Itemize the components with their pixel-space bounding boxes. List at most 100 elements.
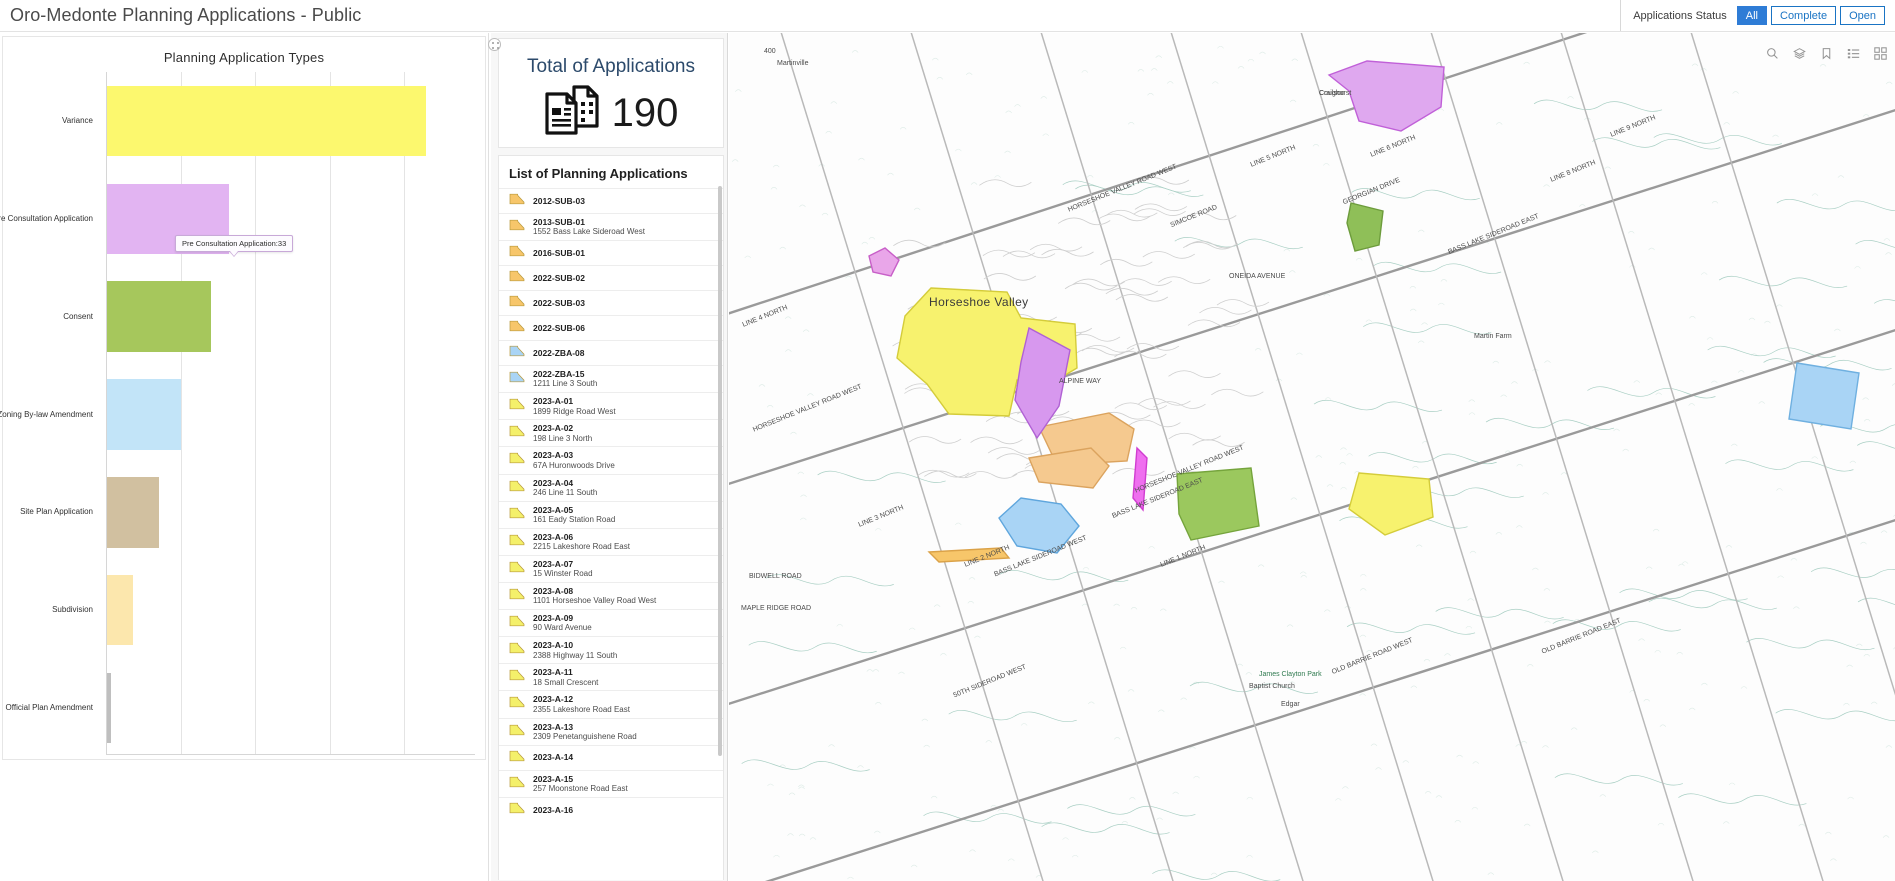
map-canvas[interactable] [729, 33, 1895, 881]
status-filter-open-button[interactable]: Open [1840, 6, 1885, 25]
list-item-address: 161 Eady Station Road [533, 515, 615, 525]
bar-row[interactable] [107, 673, 475, 743]
status-filter-all-button[interactable]: All [1737, 6, 1767, 25]
list-item-text: 2023-A-11 18 Small Crescent [533, 667, 598, 687]
parcel-magenta-thin[interactable] [1133, 448, 1147, 510]
list-item[interactable]: 2023-A-08 1101 Horseshoe Valley Road West [499, 582, 723, 609]
bar[interactable] [107, 673, 111, 743]
list-item-id: 2013-SUB-01 [533, 217, 645, 227]
list-item-id: 2023-A-03 [533, 450, 615, 460]
total-applications-value: 190 [612, 93, 679, 133]
list-scrollbar[interactable] [718, 186, 722, 756]
planning-application-types-card: Planning Application Types Variance Pre C… [2, 36, 486, 760]
bar-chart-plot [106, 72, 475, 755]
list-item-id: 2023-A-14 [533, 752, 573, 762]
category-label: Pre Consultation Application [0, 215, 93, 223]
list-item-text: 2023-A-09 90 Ward Avenue [533, 613, 592, 633]
bar[interactable] [107, 281, 211, 351]
planning-applications-list[interactable]: 2012-SUB-03 2013-SUB-01 1552 Bass Lake Sid… [499, 188, 723, 822]
map-view[interactable]: Martinville Horseshoe Valley Craighurst HOR… [729, 33, 1895, 881]
list-item[interactable]: 2023-A-10 2388 Highway 11 South [499, 636, 723, 663]
bar-row[interactable] [107, 281, 475, 351]
status-filter-group: All Complete Open [1737, 6, 1889, 25]
list-item[interactable]: 2022-SUB-06 [499, 315, 723, 340]
list-item[interactable]: 2023-A-12 2355 Lakeshore Road East [499, 690, 723, 717]
list-item-id: 2023-A-04 [533, 478, 597, 488]
legend-icon[interactable] [1847, 47, 1860, 60]
list-item-address: 90 Ward Avenue [533, 623, 592, 633]
list-item[interactable]: 2013-SUB-01 1552 Bass Lake Sideroad West [499, 213, 723, 240]
list-item[interactable]: 2023-A-04 246 Line 11 South [499, 474, 723, 501]
folder-icon [509, 668, 525, 686]
list-item[interactable]: 2022-ZBA-15 1211 Line 3 South [499, 365, 723, 392]
list-item-id: 2022-ZBA-15 [533, 369, 597, 379]
list-item-id: 2023-A-12 [533, 694, 630, 704]
list-item-text: 2023-A-14 [533, 752, 573, 762]
bar-row[interactable] [107, 575, 475, 645]
list-item-address: 246 Line 11 South [533, 488, 597, 498]
bar-row[interactable] [107, 86, 475, 156]
chart-title: Planning Application Types [3, 50, 485, 65]
list-item[interactable]: 2023-A-02 198 Line 3 North [499, 419, 723, 446]
bar-row[interactable] [107, 477, 475, 547]
folder-icon [509, 533, 525, 551]
status-filter-complete-button[interactable]: Complete [1771, 6, 1836, 25]
list-item[interactable]: 2023-A-06 2215 Lakeshore Road East [499, 528, 723, 555]
bar[interactable] [107, 575, 133, 645]
folder-icon [509, 370, 525, 388]
folder-icon [509, 560, 525, 578]
list-item-text: 2023-A-07 15 Winster Road [533, 559, 593, 579]
list-item[interactable]: 2023-A-15 257 Moonstone Road East [499, 770, 723, 797]
basemap-icon[interactable] [1874, 47, 1887, 60]
bar[interactable] [107, 86, 426, 156]
folder-icon [509, 723, 525, 741]
list-item[interactable]: 2023-A-05 161 Eady Station Road [499, 501, 723, 528]
folder-icon [509, 749, 525, 767]
list-item-id: 2023-A-02 [533, 423, 592, 433]
planning-applications-list-card: List of Planning Applications 2012-SUB-0… [498, 155, 724, 880]
list-item-text: 2022-SUB-02 [533, 273, 585, 283]
parcel-craighurst-purple[interactable] [1329, 61, 1444, 131]
parcel-green-mid[interactable] [1177, 468, 1259, 540]
parcel-pink-small[interactable] [869, 248, 899, 276]
list-item[interactable]: 2023-A-09 90 Ward Avenue [499, 609, 723, 636]
applications-status-filter: Applications Status All Complete Open [1620, 0, 1895, 31]
layers-icon[interactable] [1793, 47, 1806, 60]
list-item-address: 1899 Ridge Road West [533, 407, 616, 417]
parcel-blue-far-right[interactable] [1789, 363, 1859, 429]
list-item-text: 2023-A-16 [533, 805, 573, 815]
list-item[interactable]: 2023-A-13 2309 Penetanguishene Road [499, 718, 723, 745]
list-item[interactable]: 2023-A-14 [499, 745, 723, 770]
folder-icon [509, 506, 525, 524]
chart-tooltip: Pre Consultation Application:33 [175, 235, 293, 252]
bookmark-icon[interactable] [1820, 47, 1833, 60]
list-item[interactable]: 2023-A-01 1899 Ridge Road West [499, 392, 723, 419]
list-item[interactable]: 2023-A-07 15 Winster Road [499, 555, 723, 582]
panel-drag-handle[interactable] [488, 38, 501, 51]
map-toolbar [1766, 47, 1887, 60]
page-title: Oro-Medonte Planning Applications - Publ… [10, 5, 361, 26]
category-label: Site Plan Application [20, 508, 93, 516]
list-item[interactable]: 2022-SUB-03 [499, 290, 723, 315]
list-item[interactable]: 2023-A-11 18 Small Crescent [499, 663, 723, 690]
total-applications-title: Total of Applications [499, 56, 723, 78]
parcel-green-right[interactable] [1347, 203, 1383, 251]
list-item-address: 15 Winster Road [533, 569, 593, 579]
list-item[interactable]: 2016-SUB-01 [499, 240, 723, 265]
bar[interactable] [107, 477, 159, 547]
parcel-blue-sub[interactable] [999, 498, 1079, 553]
list-item[interactable]: 2012-SUB-03 [499, 188, 723, 213]
list-item[interactable]: 2022-SUB-02 [499, 265, 723, 290]
list-item[interactable]: 2022-ZBA-08 [499, 340, 723, 365]
bar[interactable] [107, 379, 181, 449]
list-item[interactable]: 2023-A-03 67A Huronwoods Drive [499, 446, 723, 473]
list-item-address: 18 Small Crescent [533, 678, 598, 688]
search-icon[interactable] [1766, 47, 1779, 60]
folder-icon [509, 218, 525, 236]
list-item-text: 2023-A-02 198 Line 3 North [533, 423, 592, 443]
bar-row[interactable] [107, 379, 475, 449]
parcel-yellow-right[interactable] [1349, 473, 1433, 535]
list-item-text: 2016-SUB-01 [533, 248, 585, 258]
chart-panel: Planning Application Types Variance Pre C… [0, 33, 489, 881]
list-item[interactable]: 2023-A-16 [499, 797, 723, 822]
